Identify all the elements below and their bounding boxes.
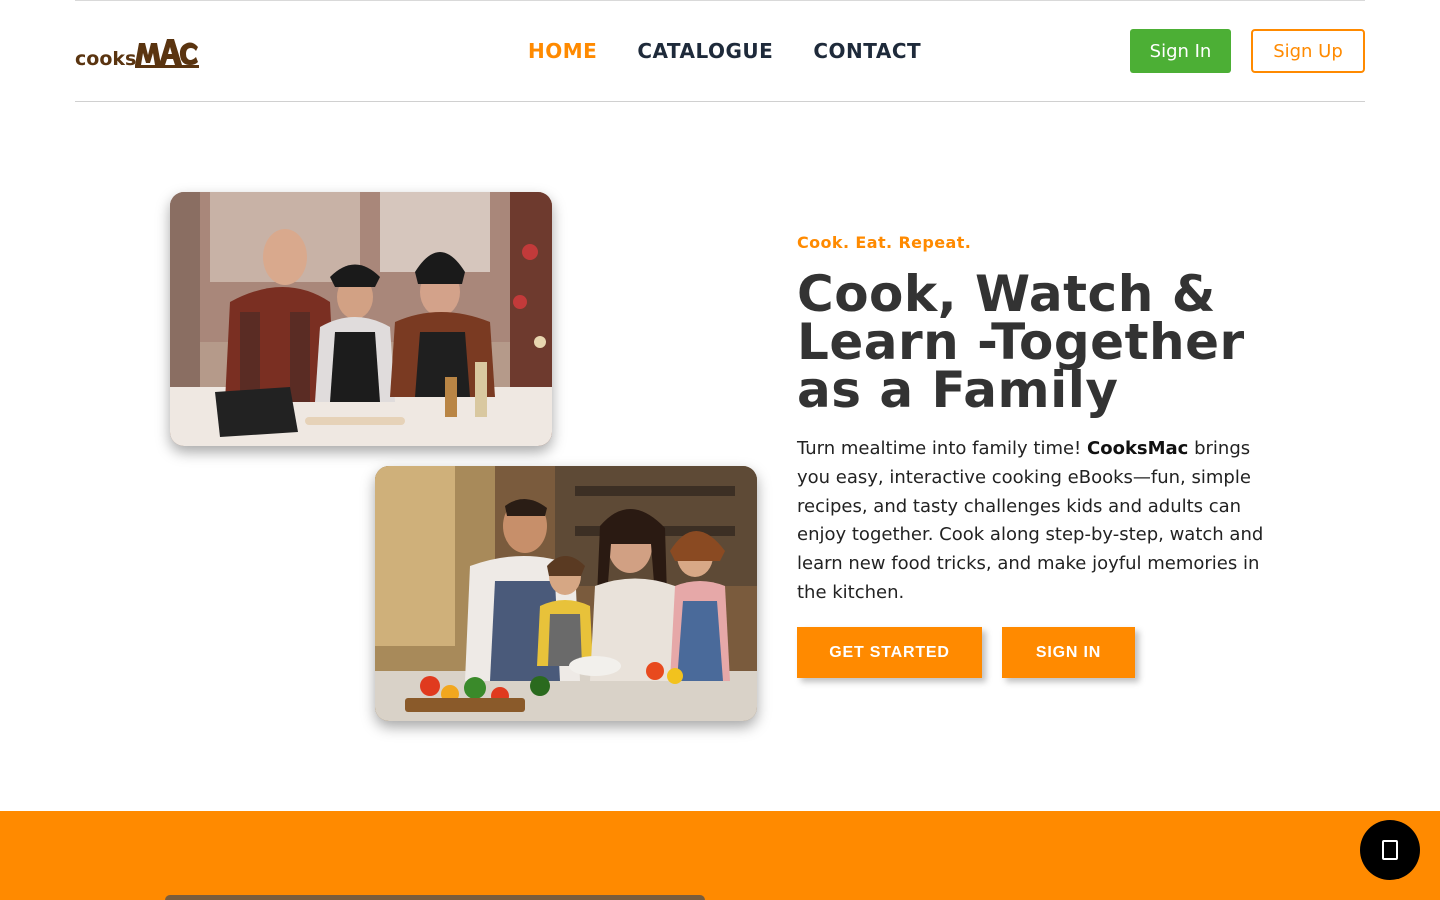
main-nav: HOME CATALOGUE CONTACT xyxy=(528,39,921,63)
hero-photo-family-tablet xyxy=(170,192,552,446)
hero-description: Turn mealtime into family time! CooksMac… xyxy=(797,435,1272,608)
hero-headline: Cook, Watch & Learn -Together as a Famil… xyxy=(797,265,1245,419)
nav-contact-link[interactable]: CONTACT xyxy=(813,39,921,63)
hero-description-intro: Turn mealtime into family time! xyxy=(797,438,1087,459)
logo-text-cooks: cooks xyxy=(75,48,136,69)
nav-catalogue-link[interactable]: CATALOGUE xyxy=(637,39,773,63)
get-started-button[interactable]: GET STARTED xyxy=(797,627,982,678)
hero-description-body: brings you easy, interactive cooking eBo… xyxy=(797,438,1264,603)
nav-home-link[interactable]: HOME xyxy=(528,39,597,63)
header-sign-in-button[interactable]: Sign In xyxy=(1130,29,1231,73)
hero-sign-in-button[interactable]: SIGN IN xyxy=(1002,627,1135,678)
site-header: cooks HOME CATALOGUE CONTACT Sign In Sig… xyxy=(75,1,1365,102)
logo-mark: cooks xyxy=(75,39,199,70)
hero-photo-family-cooking xyxy=(375,466,757,721)
next-section-image-preview xyxy=(165,895,705,900)
chat-icon xyxy=(1382,840,1398,860)
hero-description-brand: CooksMac xyxy=(1087,438,1189,459)
cooksmac-logo[interactable]: cooks xyxy=(75,35,199,70)
header-sign-up-button[interactable]: Sign Up xyxy=(1251,29,1365,73)
hero-tagline: Cook. Eat. Repeat. xyxy=(797,233,972,252)
orange-section-band xyxy=(0,811,1440,900)
chat-widget-button[interactable] xyxy=(1360,820,1420,880)
